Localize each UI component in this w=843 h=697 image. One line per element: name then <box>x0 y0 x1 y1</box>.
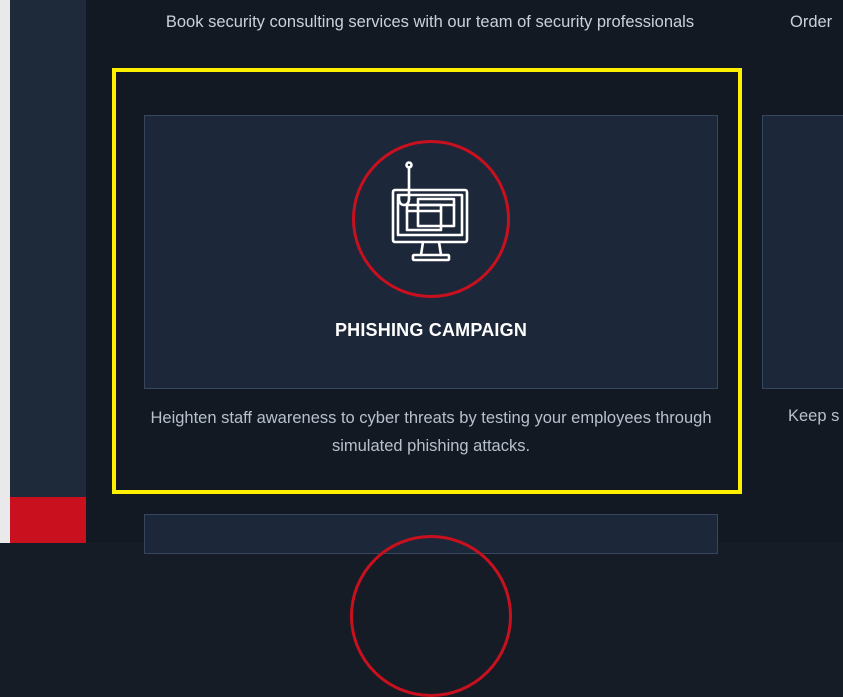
next-service-card[interactable] <box>144 514 718 697</box>
right-card-description: Keep s <box>788 407 840 425</box>
consulting-description: Book security consulting services with o… <box>165 13 695 31</box>
sidebar <box>10 0 86 543</box>
sidebar-active-item[interactable] <box>10 497 86 543</box>
right-card-top-text: Order <box>790 13 833 31</box>
sidebar-divider <box>86 0 110 543</box>
service-icon-circle <box>350 535 512 697</box>
adjacent-service-card[interactable] <box>762 115 843 389</box>
selection-highlight <box>112 68 742 494</box>
background-strip <box>0 0 10 543</box>
